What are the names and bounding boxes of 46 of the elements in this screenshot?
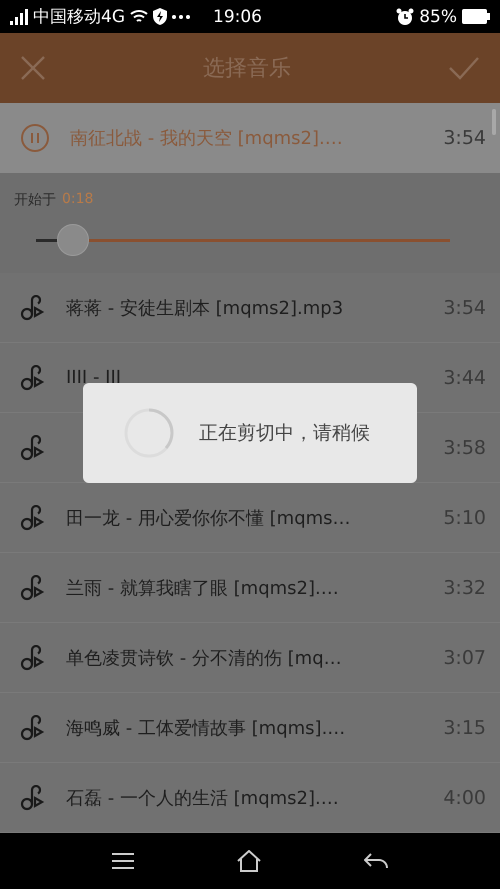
song-title: 蒋蒋 - 安徒生剧本 [mqms2].mp3 <box>66 296 344 320</box>
more-icon <box>172 14 190 18</box>
music-note-icon <box>20 434 46 460</box>
song-duration: 4:00 <box>443 786 486 808</box>
song-duration: 3:44 <box>443 366 486 388</box>
song-title: 南征北战 - 我的天空 [mqms2].… <box>70 127 344 150</box>
progress-message: 正在剪切中，请稍候 <box>199 421 370 446</box>
signal-icon <box>10 8 28 24</box>
checkmark-icon[interactable] <box>448 56 480 80</box>
music-note-icon <box>20 364 46 390</box>
start-time: 0:18 <box>62 191 94 209</box>
song-title: 兰雨 - 就算我瞎了眼 [mqms2].… <box>66 576 340 600</box>
back-icon[interactable] <box>364 853 388 869</box>
song-duration: 3:32 <box>443 576 486 598</box>
now-playing-row[interactable]: 南征北战 - 我的天空 [mqms2].… 3:54 <box>0 103 500 173</box>
close-icon[interactable] <box>20 55 46 81</box>
music-note-icon <box>20 294 46 320</box>
battery-icon <box>462 9 490 24</box>
loading-spinner-icon <box>123 407 175 459</box>
song-duration: 3:54 <box>443 296 486 318</box>
carrier-label: 中国移动4G <box>33 6 125 28</box>
wifi-icon <box>130 9 148 24</box>
song-duration: 3:15 <box>443 716 486 738</box>
song-duration: 3:54 <box>443 127 486 149</box>
song-title: 单色凌贯诗钦 - 分不清的伤 [mq… <box>66 646 343 670</box>
song-duration: 3:58 <box>443 436 486 458</box>
music-note-icon <box>20 644 46 670</box>
alarm-icon <box>396 8 414 26</box>
song-title: 石磊 - 一个人的生活 [mqms2].… <box>66 786 340 810</box>
pause-icon[interactable] <box>20 123 50 153</box>
menu-icon[interactable] <box>112 853 134 869</box>
clock-time: 19:06 <box>213 6 262 26</box>
song-title: 田一龙 - 用心爱你你不懂 [mqms… <box>66 506 352 530</box>
battery-percent: 85% <box>419 6 457 26</box>
song-duration: 3:07 <box>443 646 486 668</box>
song-title: 海鸣威 - 工体爱情故事 [mqms].… <box>66 716 346 740</box>
music-note-icon <box>20 784 46 810</box>
home-icon[interactable] <box>236 850 261 872</box>
music-note-icon <box>20 574 46 600</box>
song-duration: 5:10 <box>443 506 486 528</box>
song-title: IIII - III <box>66 367 122 388</box>
music-note-icon <box>20 714 46 740</box>
start-label: 开始于 <box>14 191 56 209</box>
music-note-icon <box>20 504 46 530</box>
shield-icon <box>153 8 167 25</box>
slider-thumb[interactable] <box>57 224 90 256</box>
